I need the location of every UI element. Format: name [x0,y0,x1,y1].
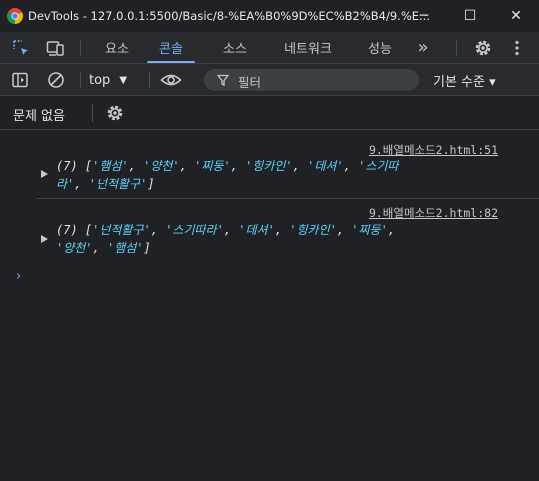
tab-label: 네트워크 [284,42,332,57]
console-prompt-chevron-icon[interactable]: › [16,269,21,284]
array-item: '넌적활구' [88,177,148,191]
array-count: (7) [ [56,223,93,237]
filter-input[interactable]: 필터 [204,69,419,91]
source-link[interactable]: 9.배열메소드2.html:82 [369,205,498,221]
array-count: (7) [ [56,159,93,173]
log-levels-dropdown[interactable]: 기본 수준 ▾ [433,71,496,90]
array-preview-wrap: '양천', '햄섬'] [56,241,151,255]
expand-triangle-icon[interactable] [41,170,48,178]
array-item: '스기따 [358,159,399,173]
array-item: '넌적활구' [92,223,151,237]
array-item: '양천' [143,159,180,173]
tab-performance[interactable]: 성능 [358,32,402,63]
device-toolbar-icon[interactable] [46,39,64,57]
message-divider [36,198,539,199]
clear-console-icon[interactable] [47,71,65,89]
array-item: '찌둥' [194,159,231,173]
tab-separator [80,40,81,56]
array-item: '스기따라' [165,223,224,237]
array-preview[interactable]: (7) ['햄섬', '양천', '찌둥', '힝카인', '데셔', '스기따 [56,158,496,174]
tab-network[interactable]: 네트워크 [272,32,344,63]
close-icon: ✕ [510,8,522,24]
dropdown-arrow-icon: ▼ [119,74,128,86]
tab-elements[interactable]: 요소 [97,32,137,63]
sidebar-toggle-icon[interactable] [11,71,29,89]
tab-label: 성능 [368,42,392,57]
tab-label: 콘솔 [159,42,183,57]
title-bar: DevTools - 127.0.0.1:5500/Basic/8-%EA%B0… [0,0,539,32]
array-preview[interactable]: (7) ['넌적활구', '스기따라', '데셔', '힝카인', '찌둥', [56,222,496,238]
filter-funnel-icon [217,74,229,86]
array-item: '힝카인' [245,159,293,173]
issues-bar: 문제 없음 [0,96,539,130]
filter-placeholder: 필터 [238,75,262,90]
expand-triangle-icon[interactable] [41,235,48,243]
active-tab-indicator [147,61,195,63]
minimize-icon: ─ [419,8,429,24]
toolbar-separator [149,72,150,88]
array-item: '데셔' [238,223,275,237]
devtools-tab-bar: 요소 콘솔 소스 네트워크 성능 » [0,32,539,64]
inspect-element-icon[interactable] [12,39,30,57]
tab-sources[interactable]: 소스 [213,32,257,63]
maximize-button[interactable]: ☐ [447,0,493,32]
context-label: top [89,72,111,88]
array-item: '찌둥' [351,223,388,237]
array-item: '양천' [56,241,93,255]
toolbar-separator [80,72,81,88]
context-selector[interactable]: top ▼ [89,70,127,90]
array-item: '힝카인' [289,223,337,237]
tab-label: 소스 [223,42,247,57]
tab-console[interactable]: 콘솔 [149,32,193,63]
live-expression-eye-icon[interactable] [160,71,182,89]
tab-label: 요소 [105,42,129,57]
array-preview-wrap: 라', '넌적활구'] [56,177,155,191]
issues-separator [92,104,93,122]
more-options-icon[interactable] [508,39,526,57]
chevron-double-right-icon: » [417,37,429,58]
array-item: '데셔' [307,159,344,173]
gear-icon[interactable] [474,39,492,57]
tab-separator [456,40,457,56]
array-item: '햄섬' [106,241,144,255]
console-output: 9.배열메소드2.html:51 (7) ['햄섬', '양천', '찌둥', … [0,131,539,481]
array-item: '햄섬' [92,159,129,173]
minimize-button[interactable]: ─ [401,0,447,32]
console-toolbar: top ▼ 필터 기본 수준 ▾ [0,64,539,96]
close-button[interactable]: ✕ [493,0,539,32]
maximize-icon: ☐ [463,8,477,24]
more-tabs-button[interactable]: » [408,32,438,63]
source-link[interactable]: 9.배열메소드2.html:51 [369,142,498,158]
console-settings-gear-icon[interactable] [106,104,124,122]
chrome-logo-icon [7,8,23,24]
no-issues-label[interactable]: 문제 없음 [13,105,65,124]
window-title: DevTools - 127.0.0.1:5500/Basic/8-%EA%B0… [28,9,430,23]
array-item: 라' [56,177,75,191]
